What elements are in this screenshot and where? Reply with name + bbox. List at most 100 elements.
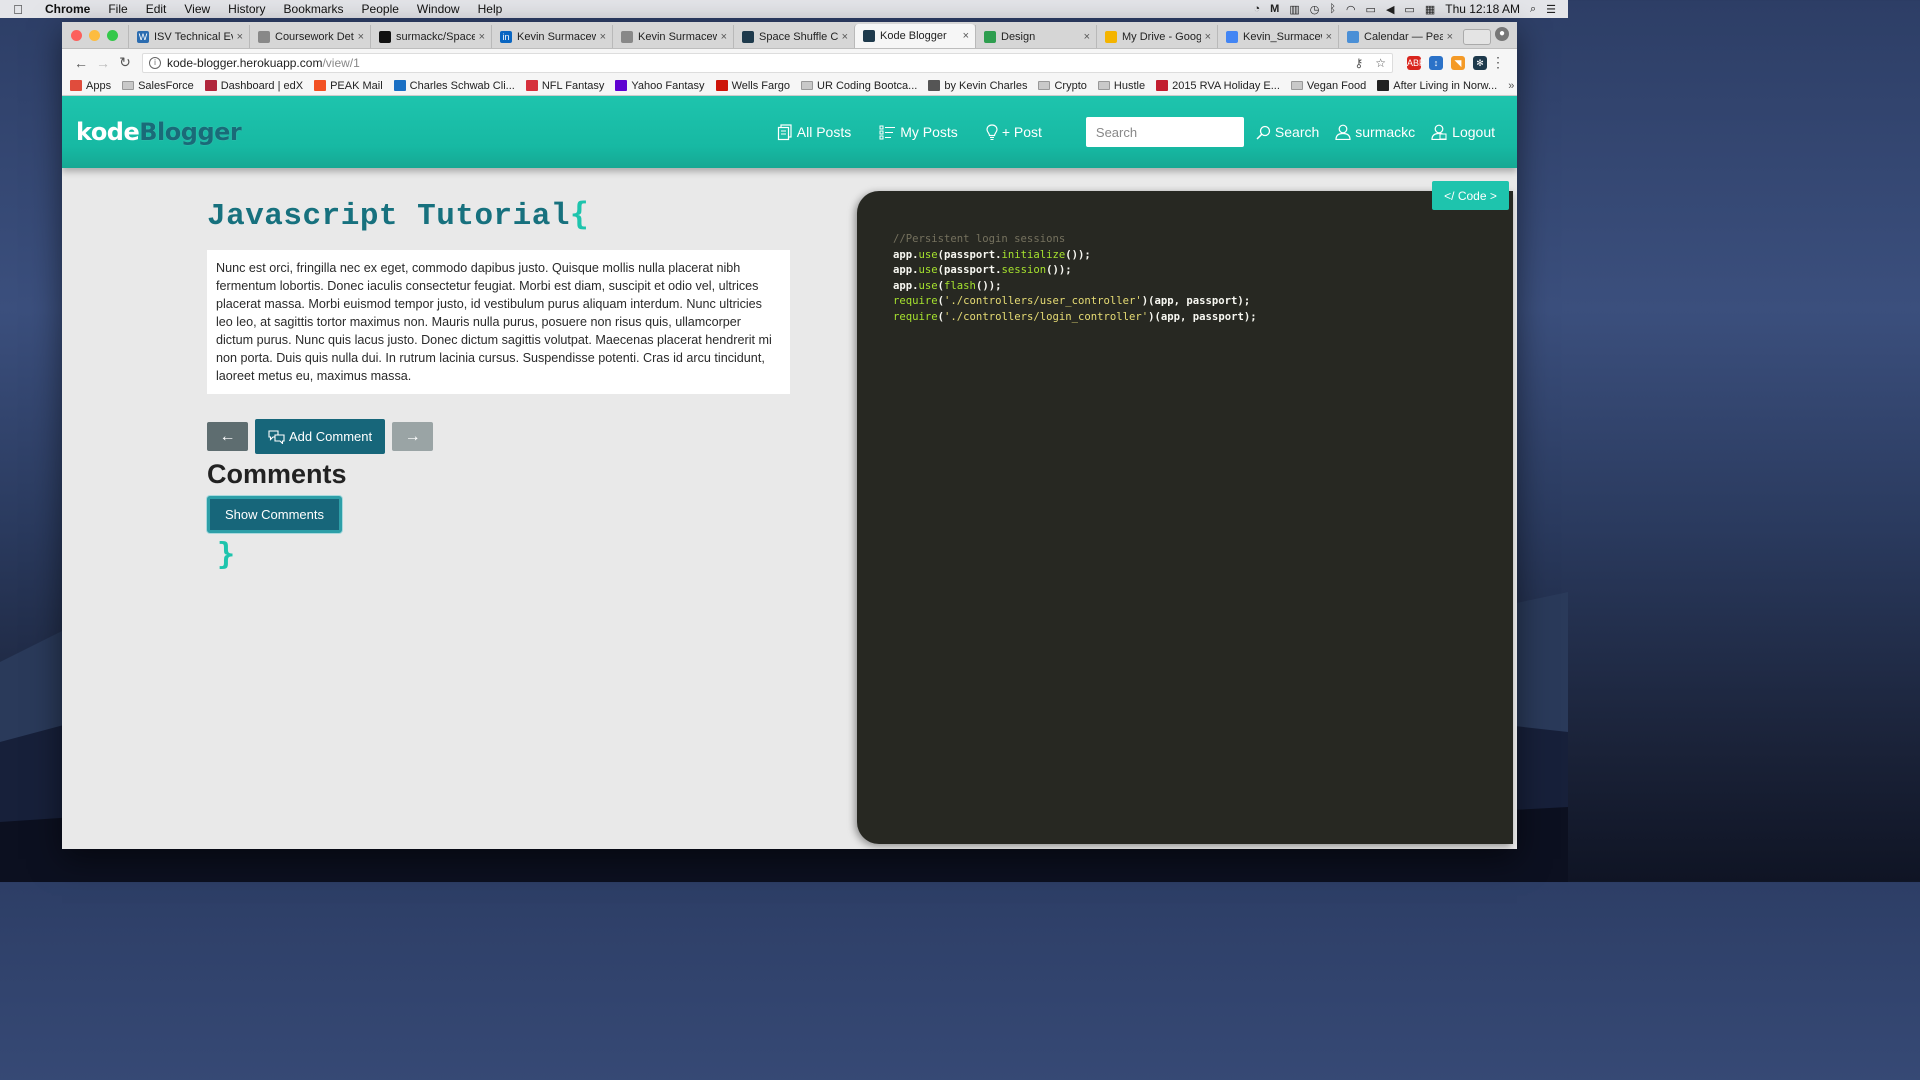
search-input[interactable]: Search bbox=[1085, 117, 1244, 147]
menu-window[interactable]: Window bbox=[408, 2, 469, 16]
apple-icon[interactable]:  bbox=[0, 2, 36, 17]
show-comments-button[interactable]: Show Comments bbox=[207, 496, 342, 533]
code-token: app. bbox=[893, 279, 919, 292]
site-logo[interactable]: kodeBlogger bbox=[76, 118, 242, 146]
arrow-right-icon: → bbox=[404, 427, 421, 445]
close-tab-icon[interactable]: × bbox=[721, 31, 727, 43]
close-tab-icon[interactable]: × bbox=[842, 31, 848, 43]
bookmark-label: by Kevin Charles bbox=[944, 79, 1028, 92]
browser-tab[interactable]: Coursework Det × bbox=[249, 25, 370, 48]
bookmark-item[interactable]: Dashboard | edX bbox=[204, 80, 303, 92]
menu-view[interactable]: View bbox=[175, 2, 219, 16]
close-tab-icon[interactable]: × bbox=[1326, 31, 1332, 43]
close-tab-icon[interactable]: × bbox=[1447, 31, 1453, 43]
minimize-window-button[interactable] bbox=[89, 30, 100, 41]
menu-file[interactable]: File bbox=[99, 2, 136, 16]
code-toggle-button[interactable]: </ Code > bbox=[1432, 181, 1509, 210]
battery-icon[interactable]: ▭ bbox=[1404, 3, 1414, 16]
menu-history[interactable]: History bbox=[219, 2, 274, 16]
nav-logout[interactable]: Logout bbox=[1431, 124, 1495, 140]
menu-bookmarks[interactable]: Bookmarks bbox=[275, 2, 353, 16]
input-source-icon[interactable]: ▦ bbox=[1425, 3, 1435, 16]
menu-help[interactable]: Help bbox=[469, 2, 512, 16]
key-icon[interactable]: ⚷ bbox=[1354, 56, 1363, 70]
bookmark-item[interactable]: Crypto bbox=[1038, 80, 1087, 92]
previous-post-button[interactable]: ← bbox=[207, 422, 248, 451]
bookmark-item[interactable]: After Living in Norw... bbox=[1377, 80, 1497, 92]
trello-icon[interactable]: ▥ bbox=[1289, 3, 1299, 16]
site-info-icon[interactable]: i bbox=[149, 56, 161, 69]
browser-tab[interactable]: Kevin_Surmacew × bbox=[1217, 25, 1338, 48]
volume-icon[interactable]: ◀ bbox=[1386, 3, 1394, 16]
close-tab-icon[interactable]: × bbox=[237, 31, 243, 43]
site-navbar: kodeBlogger All Posts My Posts + Post Se… bbox=[62, 96, 1517, 168]
bookmark-star-icon[interactable]: ☆ bbox=[1375, 56, 1386, 70]
browser-tab[interactable]: surmackc/Space × bbox=[370, 25, 491, 48]
time-machine-icon[interactable]: ◷ bbox=[1310, 3, 1320, 16]
close-tab-icon[interactable]: × bbox=[1205, 31, 1211, 43]
nav-user-profile[interactable]: surmackc bbox=[1335, 124, 1415, 140]
forward-icon[interactable]: → bbox=[92, 55, 114, 71]
bookmark-item[interactable]: UR Coding Bootca... bbox=[801, 80, 917, 92]
browser-tab[interactable]: My Drive - Goog × bbox=[1096, 25, 1217, 48]
nav-my-posts[interactable]: My Posts bbox=[879, 124, 958, 140]
menu-edit[interactable]: Edit bbox=[137, 2, 176, 16]
back-icon[interactable]: ← bbox=[70, 55, 92, 71]
add-comment-button[interactable]: Add Comment bbox=[255, 419, 386, 454]
status-icon[interactable]: ◔ bbox=[1253, 3, 1260, 15]
close-tab-icon[interactable]: × bbox=[479, 31, 485, 43]
bookmark-item[interactable]: Wells Fargo bbox=[715, 80, 790, 92]
spotlight-icon[interactable]: ⌕ bbox=[1530, 3, 1536, 16]
code-token: app. bbox=[893, 248, 919, 261]
react-extension-icon[interactable]: ✻ bbox=[1473, 55, 1487, 70]
bookmark-item[interactable]: Yahoo Fantasy bbox=[615, 80, 705, 92]
browser-tab[interactable]: Space Shuffle C × bbox=[733, 25, 854, 48]
wifi-icon[interactable]: ◠ bbox=[1346, 3, 1356, 16]
bookmark-item[interactable]: Charles Schwab Cli... bbox=[393, 80, 515, 92]
tab-title: Coursework Det bbox=[275, 30, 354, 43]
airplay-icon[interactable]: ▭ bbox=[1366, 3, 1376, 16]
bookmark-item[interactable]: Apps bbox=[70, 80, 111, 92]
browser-tab[interactable]: W ISV Technical Ev × bbox=[128, 25, 249, 48]
browser-tab[interactable]: Kevin Surmacew × bbox=[612, 25, 733, 48]
menubar-clock[interactable]: Thu 12:18 AM bbox=[1445, 2, 1520, 16]
nav-new-post[interactable]: + Post bbox=[986, 123, 1042, 141]
tab-title: Kode Blogger bbox=[880, 30, 947, 42]
bookmark-item[interactable]: 2015 RVA Holiday E... bbox=[1156, 80, 1280, 92]
profile-icon[interactable]: ● bbox=[1495, 27, 1509, 41]
adblock-extension-icon[interactable]: ABP bbox=[1407, 55, 1425, 70]
menu-app-chrome[interactable]: Chrome bbox=[36, 2, 99, 16]
extension-icon[interactable]: ↕ bbox=[1429, 55, 1443, 70]
browser-tab[interactable]: Design × bbox=[975, 25, 1096, 48]
close-tab-icon[interactable]: × bbox=[600, 31, 606, 43]
bookmark-item[interactable]: NFL Fantasy bbox=[525, 80, 604, 92]
browser-tab[interactable]: Calendar — Peal × bbox=[1338, 25, 1459, 48]
rss-extension-icon[interactable]: ◥ bbox=[1451, 55, 1465, 70]
zoom-window-button[interactable] bbox=[107, 30, 118, 41]
close-tab-icon[interactable]: × bbox=[358, 31, 364, 43]
chrome-menu-icon[interactable]: ⋮ bbox=[1487, 54, 1509, 71]
close-tab-icon[interactable]: × bbox=[963, 30, 969, 42]
menu-people[interactable]: People bbox=[353, 2, 408, 16]
new-tab-button[interactable] bbox=[1463, 29, 1491, 45]
browser-tab[interactable]: Kode Blogger × bbox=[854, 24, 975, 48]
bluetooth-icon[interactable]: ᛒ bbox=[1329, 3, 1336, 15]
browser-tab[interactable]: in Kevin Surmacew × bbox=[491, 25, 612, 48]
bookmark-label: SalesForce bbox=[138, 79, 194, 92]
bookmark-item[interactable]: Hustle bbox=[1097, 80, 1145, 92]
close-tab-icon[interactable]: × bbox=[1084, 31, 1090, 43]
next-post-button[interactable]: → bbox=[392, 422, 434, 451]
close-window-button[interactable] bbox=[71, 30, 82, 41]
malwarebytes-icon[interactable]: M bbox=[1270, 3, 1279, 15]
nav-all-posts[interactable]: All Posts bbox=[777, 123, 851, 141]
address-bar[interactable]: i kode-blogger.herokuapp.com /view/1 ⚷ ☆ bbox=[142, 52, 1393, 73]
bookmarks-overflow-icon[interactable]: » bbox=[1508, 80, 1514, 92]
bookmark-item[interactable]: SalesForce bbox=[122, 80, 194, 92]
bookmark-item[interactable]: PEAK Mail bbox=[314, 80, 383, 92]
search-button[interactable]: Search bbox=[1256, 124, 1319, 140]
reload-icon[interactable]: ↻ bbox=[114, 54, 136, 71]
tab-title: surmackc/Space bbox=[396, 30, 475, 43]
bookmark-item[interactable]: by Kevin Charles bbox=[928, 80, 1027, 92]
bookmark-item[interactable]: Vegan Food bbox=[1290, 80, 1366, 92]
notification-center-icon[interactable]: ☰ bbox=[1546, 3, 1556, 16]
